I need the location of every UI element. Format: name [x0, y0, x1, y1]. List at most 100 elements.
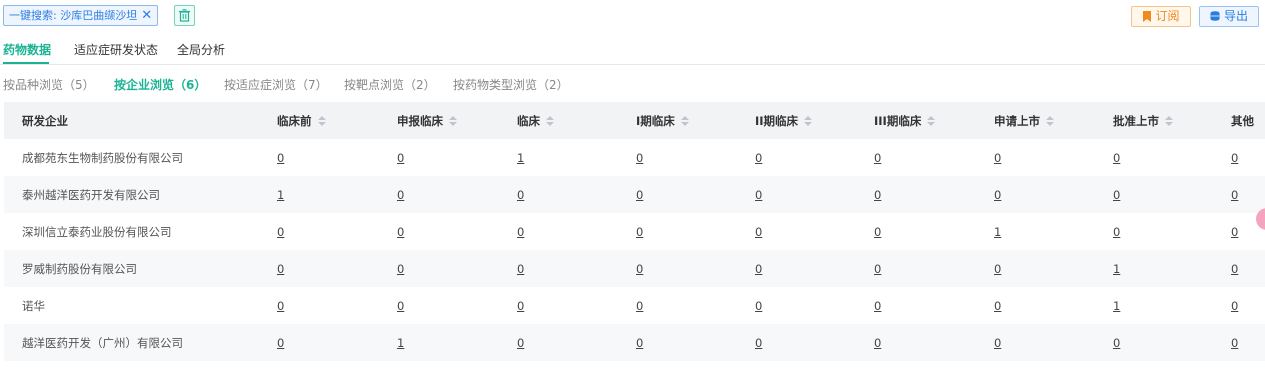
sort-icon[interactable] — [680, 115, 689, 127]
column-header-nda-filing[interactable]: 申请上市 — [980, 102, 1099, 139]
subtab-by-company[interactable]: 按企业浏览（6） — [114, 76, 206, 93]
count-link[interactable]: 0 — [1113, 188, 1120, 202]
count-link[interactable]: 1 — [994, 225, 1001, 239]
count-link[interactable]: 0 — [755, 188, 762, 202]
search-tag[interactable]: 一键搜索: 沙库巴曲缬沙坦 ✕ — [3, 5, 159, 26]
count-link[interactable]: 0 — [994, 299, 1001, 313]
column-header-phase2[interactable]: II期临床 — [741, 102, 860, 139]
header-label: II期临床 — [755, 113, 799, 128]
count-link[interactable]: 0 — [397, 188, 404, 202]
subscribe-button[interactable]: 订阅 — [1131, 6, 1191, 27]
count-link[interactable]: 0 — [397, 151, 404, 165]
count-link[interactable]: 0 — [1231, 225, 1238, 239]
count-link[interactable]: 0 — [397, 299, 404, 313]
count-link[interactable]: 0 — [277, 336, 284, 350]
count-link[interactable]: 0 — [994, 336, 1001, 350]
count-link[interactable]: 0 — [874, 336, 881, 350]
count-link[interactable]: 0 — [517, 225, 524, 239]
count-link[interactable]: 0 — [994, 188, 1001, 202]
column-header-approved[interactable]: 批准上市 — [1099, 102, 1217, 139]
count-cell: 0 — [1217, 250, 1265, 287]
count-link[interactable]: 1 — [277, 188, 284, 202]
count-cell: 0 — [263, 287, 383, 324]
sort-icon[interactable] — [804, 115, 813, 127]
count-link[interactable]: 0 — [755, 262, 762, 276]
count-link[interactable]: 1 — [1113, 262, 1120, 276]
company-name-cell: 深圳信立泰药业股份有限公司 — [4, 213, 263, 250]
count-link[interactable]: 0 — [874, 225, 881, 239]
subtab-by-drug-type[interactable]: 按药物类型浏览（2） — [453, 76, 569, 93]
count-link[interactable]: 0 — [755, 336, 762, 350]
count-cell: 0 — [263, 213, 383, 250]
sort-icon[interactable] — [927, 115, 936, 127]
count-link[interactable]: 0 — [277, 299, 284, 313]
count-link[interactable]: 0 — [1113, 225, 1120, 239]
count-link[interactable]: 0 — [994, 262, 1001, 276]
count-cell: 0 — [263, 324, 383, 361]
trash-icon — [179, 9, 190, 22]
tab-drug-data[interactable]: 药物数据 — [3, 41, 51, 58]
count-link[interactable]: 0 — [1231, 151, 1238, 165]
tab-indication-status[interactable]: 适应症研发状态 — [74, 41, 158, 58]
count-link[interactable]: 0 — [517, 262, 524, 276]
count-link[interactable]: 0 — [874, 188, 881, 202]
count-link[interactable]: 0 — [397, 262, 404, 276]
count-link[interactable]: 0 — [874, 151, 881, 165]
count-link[interactable]: 0 — [397, 225, 404, 239]
sort-icon[interactable] — [1165, 115, 1173, 127]
count-link[interactable]: 0 — [636, 262, 643, 276]
column-header-preclinical[interactable]: 临床前 — [263, 102, 383, 139]
count-cell: 0 — [860, 287, 980, 324]
table-header-row: 研发企业 临床前 申报临床 临床 I期临床 II期临床 III期临床 申请上市 … — [4, 102, 1265, 139]
count-link[interactable]: 0 — [1231, 262, 1238, 276]
count-cell: 0 — [383, 287, 503, 324]
count-cell: 0 — [622, 176, 741, 213]
count-link[interactable]: 0 — [636, 336, 643, 350]
count-link[interactable]: 0 — [517, 188, 524, 202]
count-link[interactable]: 0 — [277, 151, 284, 165]
column-header-phase1[interactable]: I期临床 — [622, 102, 741, 139]
count-link[interactable]: 0 — [874, 299, 881, 313]
count-link[interactable]: 0 — [1231, 188, 1238, 202]
sort-icon[interactable] — [1046, 115, 1054, 127]
count-cell: 0 — [741, 139, 860, 176]
sort-icon[interactable] — [449, 115, 457, 127]
clear-search-button[interactable] — [174, 5, 195, 26]
count-cell: 0 — [503, 213, 622, 250]
column-header-phase3[interactable]: III期临床 — [860, 102, 980, 139]
count-link[interactable]: 0 — [636, 225, 643, 239]
count-link[interactable]: 0 — [755, 151, 762, 165]
count-link[interactable]: 1 — [517, 151, 524, 165]
count-link[interactable]: 0 — [517, 336, 524, 350]
tab-global-analysis[interactable]: 全局分析 — [177, 41, 225, 58]
count-link[interactable]: 0 — [517, 299, 524, 313]
count-cell: 0 — [1217, 324, 1265, 361]
count-cell: 0 — [980, 176, 1099, 213]
subtab-by-indication[interactable]: 按适应症浏览（7） — [224, 76, 328, 93]
close-icon[interactable]: ✕ — [141, 8, 152, 23]
count-link[interactable]: 0 — [1113, 336, 1120, 350]
count-link[interactable]: 0 — [277, 225, 284, 239]
count-link[interactable]: 0 — [636, 151, 643, 165]
count-link[interactable]: 0 — [277, 262, 284, 276]
top-toolbar: 一键搜索: 沙库巴曲缬沙坦 ✕ 订阅 导出 — [0, 0, 1265, 34]
subtab-by-variety[interactable]: 按品种浏览（5） — [3, 76, 95, 93]
subtab-by-target[interactable]: 按靶点浏览（2） — [344, 76, 436, 93]
sort-icon[interactable] — [317, 115, 326, 127]
column-header-ind-filing[interactable]: 申报临床 — [383, 102, 503, 139]
count-link[interactable]: 0 — [994, 151, 1001, 165]
count-link[interactable]: 1 — [397, 336, 404, 350]
sort-icon[interactable] — [546, 115, 554, 127]
count-link[interactable]: 0 — [755, 225, 762, 239]
column-header-clinical[interactable]: 临床 — [503, 102, 622, 139]
count-link[interactable]: 1 — [1113, 299, 1120, 313]
count-link[interactable]: 0 — [1231, 299, 1238, 313]
export-button[interactable]: 导出 — [1199, 6, 1259, 27]
count-link[interactable]: 0 — [755, 299, 762, 313]
count-link[interactable]: 0 — [874, 262, 881, 276]
count-link[interactable]: 0 — [1231, 336, 1238, 350]
count-link[interactable]: 0 — [636, 299, 643, 313]
count-link[interactable]: 0 — [636, 188, 643, 202]
count-link[interactable]: 0 — [1113, 151, 1120, 165]
column-header-company: 研发企业 — [4, 102, 263, 139]
